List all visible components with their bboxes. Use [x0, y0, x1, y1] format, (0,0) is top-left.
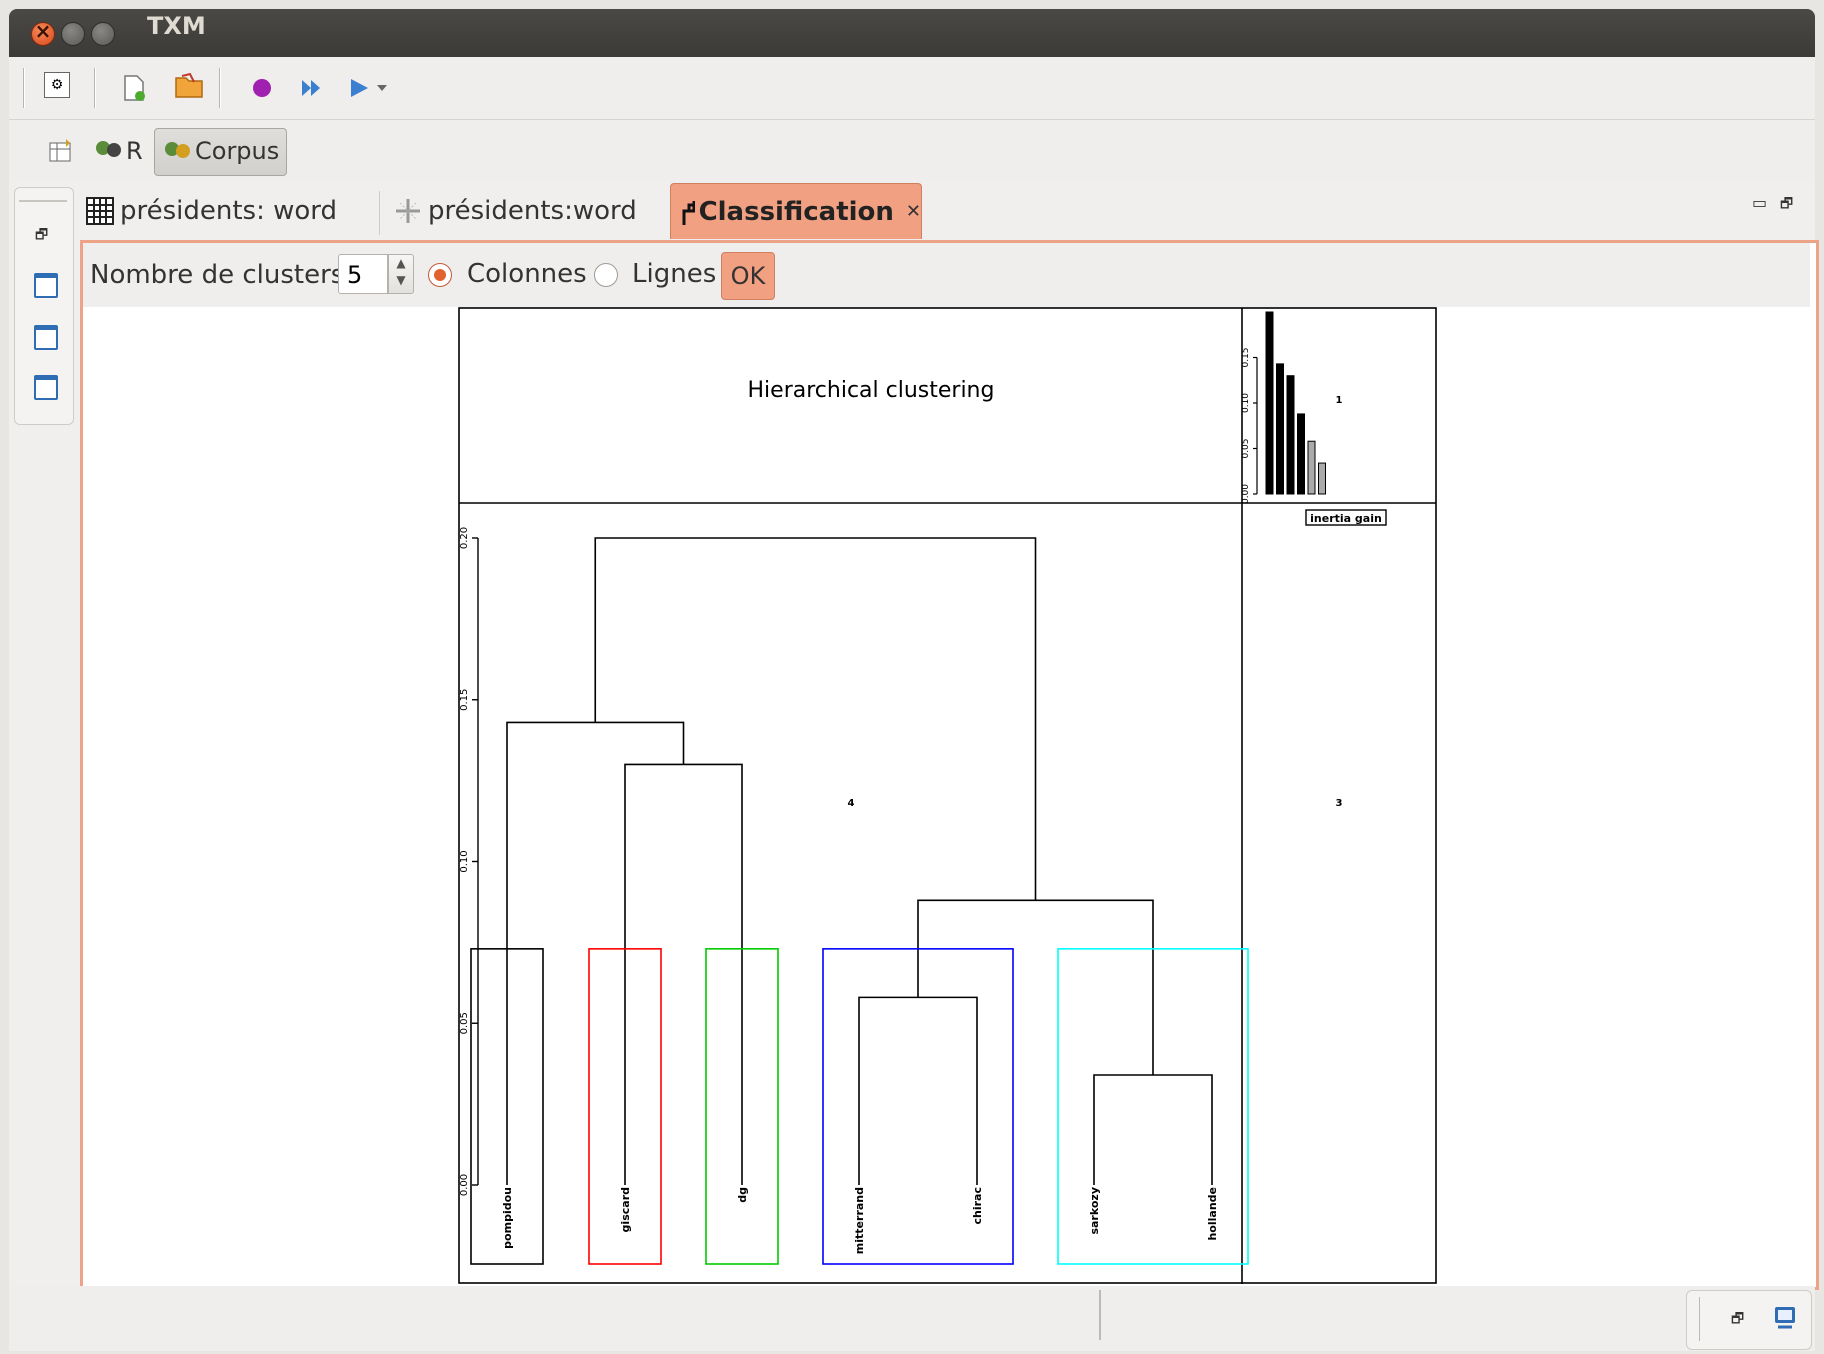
close-window-button[interactable]: [31, 19, 55, 46]
window-title: TXM: [147, 12, 206, 40]
bar-y-tick-label: 0.05: [1241, 438, 1251, 458]
inertia-bar: [1307, 440, 1316, 495]
panel-label: 1: [1336, 395, 1343, 406]
tab-presidents-word-table[interactable]: présidents: word: [86, 183, 376, 239]
ok-button[interactable]: OK: [721, 252, 775, 300]
open-folder-icon[interactable]: [174, 71, 204, 101]
leaf-label: chirac: [971, 1187, 984, 1225]
close-tab-icon[interactable]: ✕: [906, 201, 921, 222]
y-tick-label: 0.00: [459, 1174, 470, 1196]
inertia-bar: [1265, 311, 1274, 495]
status-bar: [9, 1286, 1815, 1351]
classification-plot: Hierarchical clustering 0.00 0.05 0.10 0.15…: [458, 307, 1437, 1284]
view-icon-2[interactable]: [34, 325, 58, 350]
y-tick-label: 0.10: [459, 850, 470, 872]
y-tick-label: 0.20: [459, 527, 470, 549]
open-perspective-icon[interactable]: [46, 135, 76, 165]
view-icon-1[interactable]: [34, 273, 58, 298]
maximize-window-button[interactable]: [91, 22, 115, 46]
tab-label: Classification: [698, 196, 894, 227]
workspace-icon[interactable]: ⚙: [44, 72, 70, 98]
radio-colonnes[interactable]: [428, 263, 452, 287]
dendrogram-tree: [506, 537, 1213, 1185]
leaf-label: hollande: [1206, 1187, 1219, 1241]
inertia-legend-label: inertia gain: [1310, 512, 1382, 525]
minimize-editor-icon[interactable]: ▭: [1752, 193, 1767, 212]
dendrogram-branch: [624, 763, 743, 1185]
perspective-corpus[interactable]: Corpus: [154, 128, 287, 176]
bar-y-tick-label: 0.15: [1241, 347, 1251, 367]
inertia-bar: [1286, 375, 1295, 495]
perspective-r[interactable]: R: [94, 133, 146, 171]
panel-label: 3: [1336, 798, 1343, 809]
record-icon[interactable]: [247, 73, 277, 103]
run-icon[interactable]: [347, 73, 393, 103]
leaf-label: dg: [736, 1187, 749, 1203]
minimize-window-button[interactable]: [61, 22, 85, 46]
dendrogram-branch: [858, 996, 978, 1185]
dendrogram-title: Hierarchical clustering: [748, 378, 995, 403]
right-trim-stack: 🗗: [1686, 1290, 1812, 1350]
dendrogram-branch: [594, 537, 1037, 901]
restore-icon[interactable]: 🗗: [1731, 1308, 1744, 1332]
y-tick-label: 0.15: [459, 689, 470, 711]
inertia-bar: [1297, 413, 1305, 495]
fast-forward-icon[interactable]: [297, 73, 327, 103]
leaf-label: mitterrand: [853, 1187, 866, 1254]
panel-label: 4: [848, 798, 855, 809]
radio-colonnes-label: Colonnes: [467, 259, 587, 289]
leaf-label: giscard: [619, 1187, 632, 1232]
perspective-corpus-label: Corpus: [195, 137, 280, 165]
bar-y-tick-label: 0.10: [1241, 393, 1251, 413]
dendrogram-branch: [506, 721, 685, 1185]
title-bar: [9, 9, 1815, 57]
main-toolbar: ⚙: [9, 57, 1815, 120]
cross-grid-icon: [396, 199, 420, 223]
leaf-label: sarkozy: [1088, 1187, 1101, 1235]
tab-label: présidents: word: [120, 196, 338, 226]
dendrogram-branch: [917, 899, 1154, 1076]
inertia-bar: [1276, 363, 1284, 495]
maximize-editor-icon[interactable]: 🗗: [1780, 193, 1793, 217]
inertia-bar: [1318, 462, 1326, 495]
restore-icon[interactable]: 🗗: [35, 224, 48, 248]
dendrogram-icon: [682, 200, 695, 225]
bar-y-tick-label: 0.00: [1241, 484, 1251, 504]
new-file-icon[interactable]: [119, 73, 149, 103]
inertia-gain-barplot: 0.00 0.05 0.10 0.15 inertia gain: [1241, 311, 1387, 526]
leaf-label: pompidou: [501, 1187, 514, 1249]
console-icon[interactable]: [1773, 1305, 1797, 1333]
left-trim-stack: 🗗: [14, 187, 74, 425]
perspective-r-label: R: [126, 137, 143, 165]
table-icon: [86, 197, 114, 225]
view-icon-3[interactable]: [34, 375, 58, 400]
tab-label: présidents:word: [428, 196, 637, 226]
y-tick-label: 0.05: [459, 1012, 470, 1034]
dendrogram-branch: [1093, 1074, 1213, 1185]
tab-presidents-word-cooc[interactable]: présidents:word: [382, 183, 680, 239]
clusters-stepper[interactable]: ▲ ▼: [388, 254, 414, 294]
dendrogram-y-axis: 0.00 0.05 0.10 0.15 0.20: [459, 527, 479, 1196]
clusters-count-input[interactable]: 5: [338, 254, 388, 294]
editor-tab-bar: présidents: word présidents:word Classif…: [80, 183, 1815, 241]
tab-classification[interactable]: Classification ✕: [670, 183, 922, 239]
clusters-label: Nombre de clusters: [90, 260, 345, 290]
radio-lignes[interactable]: [594, 263, 618, 287]
leaf-labels: pompidou giscard dg mitterrand chirac sarkozy…: [501, 1187, 1219, 1254]
radio-lignes-label: Lignes: [632, 259, 717, 289]
